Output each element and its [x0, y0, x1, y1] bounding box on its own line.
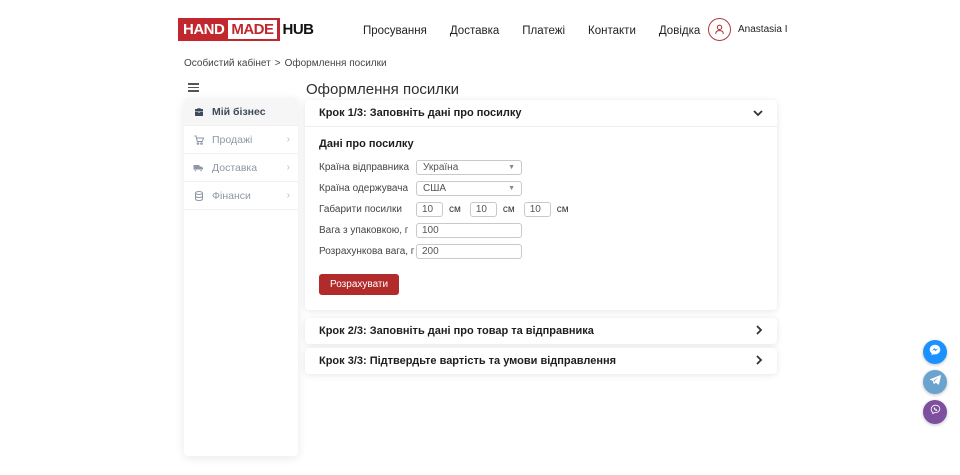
logo-part-hand: HAND: [181, 21, 226, 38]
page: HANDMADE HUB Просування Доставка Платежі…: [0, 0, 960, 475]
step1-body: Дані про посилку Країна відправника Укра…: [305, 127, 777, 295]
truck-icon: [192, 161, 205, 174]
nav-item-contacts[interactable]: Контакти: [588, 25, 636, 37]
sidebar-item-finance[interactable]: Фінанси ›: [184, 182, 298, 210]
receiver-country-select[interactable]: США ▼: [416, 181, 522, 196]
sidebar-item-sales[interactable]: Продажі ›: [184, 126, 298, 154]
sidebar-item-label: Мій бізнес: [212, 106, 290, 118]
step3-label: Крок 3/3: Підтвердьте вартість та умови …: [319, 355, 616, 367]
weight-input[interactable]: [416, 223, 522, 238]
sender-country-row: Країна відправника Україна ▼: [319, 160, 763, 175]
breadcrumb-current: Оформлення посилки: [285, 58, 387, 69]
weight-row: Вага з упаковкою, г: [319, 223, 763, 238]
receiver-country-label: Країна одержувача: [319, 183, 416, 194]
unit-cm-label: см: [503, 204, 515, 215]
logo-part-hub: HUB: [283, 21, 314, 38]
sidebar-item-label: Фінанси: [212, 190, 287, 202]
nav-item-payments[interactable]: Платежі: [522, 25, 565, 37]
dimensions-row: Габарити посилки см см см: [319, 202, 763, 217]
step1-label: Крок 1/3: Заповніть дані про посилку: [319, 107, 521, 119]
step1-card: Крок 1/3: Заповніть дані про посилку Дан…: [305, 100, 777, 310]
nav-item-promotion[interactable]: Просування: [363, 25, 427, 37]
nav-item-help[interactable]: Довідка: [659, 25, 700, 37]
weight-label: Вага з упаковкою, г: [319, 225, 416, 236]
chevron-right-icon: ›: [287, 135, 290, 145]
breadcrumb: Особистий кабінет > Оформлення посилки: [184, 58, 387, 69]
calc-weight-label: Розрахункова вага, г: [319, 246, 416, 257]
step1-header[interactable]: Крок 1/3: Заповніть дані про посилку: [305, 100, 777, 127]
chevron-down-icon: [753, 104, 763, 122]
telegram-button[interactable]: [923, 370, 947, 394]
cart-icon: [192, 133, 205, 146]
sidebar-item-label: Доставка: [212, 162, 287, 174]
telegram-icon: [929, 373, 942, 391]
step3-card: Крок 3/3: Підтвердьте вартість та умови …: [305, 348, 777, 374]
step2-header[interactable]: Крок 2/3: Заповніть дані про товар та ві…: [305, 318, 777, 344]
page-title: Оформлення посилки: [306, 81, 459, 98]
coins-icon: [192, 189, 205, 202]
sidebar-item-label: Продажі: [212, 134, 287, 146]
hamburger-menu-icon[interactable]: [188, 83, 199, 94]
logo-red-box: HANDMADE: [178, 18, 280, 41]
viber-button[interactable]: [923, 400, 947, 424]
logo[interactable]: HANDMADE HUB: [178, 18, 314, 41]
briefcase-icon: [192, 105, 205, 118]
sidebar: Мій бізнес Продажі › Доставка › Фінанси …: [184, 98, 298, 456]
step3-header[interactable]: Крок 3/3: Підтвердьте вартість та умови …: [305, 348, 777, 374]
step2-label: Крок 2/3: Заповніть дані про товар та ві…: [319, 325, 594, 337]
viber-icon: [929, 403, 942, 421]
sender-country-select[interactable]: Україна ▼: [416, 160, 522, 175]
dimension-width-input[interactable]: [470, 202, 497, 217]
user-menu[interactable]: Anastasia I: [708, 18, 787, 41]
breadcrumb-separator: >: [275, 58, 281, 69]
logo-part-made: MADE: [228, 20, 276, 39]
sidebar-item-delivery[interactable]: Доставка ›: [184, 154, 298, 182]
calc-weight-row: Розрахункова вага, г: [319, 244, 763, 259]
select-arrow-icon: ▼: [508, 185, 515, 192]
sender-country-label: Країна відправника: [319, 162, 416, 173]
step2-card: Крок 2/3: Заповніть дані про товар та ві…: [305, 318, 777, 344]
unit-cm-label: см: [557, 204, 569, 215]
chevron-right-icon: ›: [287, 191, 290, 201]
chevron-right-icon: [756, 352, 763, 370]
messenger-icon: [928, 343, 942, 362]
user-avatar-icon: [708, 18, 731, 41]
sidebar-item-my-business[interactable]: Мій бізнес: [184, 98, 298, 126]
select-arrow-icon: ▼: [508, 164, 515, 171]
dimensions-label: Габарити посилки: [319, 204, 416, 215]
sender-country-value: Україна: [423, 162, 458, 173]
nav-item-delivery[interactable]: Доставка: [450, 25, 499, 37]
main-nav: Просування Доставка Платежі Контакти Дов…: [363, 25, 700, 37]
receiver-country-row: Країна одержувача США ▼: [319, 181, 763, 196]
unit-cm-label: см: [449, 204, 461, 215]
receiver-country-value: США: [423, 183, 446, 194]
messenger-button[interactable]: [923, 340, 947, 364]
dimension-length-input[interactable]: [416, 202, 443, 217]
form-section-title: Дані про посилку: [319, 138, 763, 150]
header: HANDMADE HUB Просування Доставка Платежі…: [0, 0, 960, 60]
breadcrumb-root[interactable]: Особистий кабінет: [184, 58, 271, 69]
calc-weight-input[interactable]: [416, 244, 522, 259]
dimension-height-input[interactable]: [524, 202, 551, 217]
chevron-right-icon: [756, 322, 763, 340]
user-name: Anastasia I: [738, 24, 787, 35]
chevron-right-icon: ›: [287, 163, 290, 173]
floating-social-buttons: [923, 340, 947, 424]
calculate-button[interactable]: Розрахувати: [319, 274, 399, 295]
